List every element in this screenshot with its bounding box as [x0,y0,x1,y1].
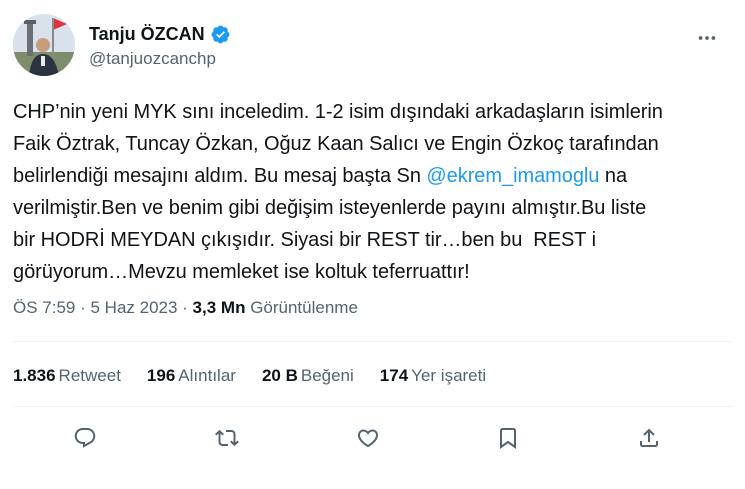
handle[interactable]: @tanjuozcanchp [89,49,231,69]
reply-button[interactable] [65,418,105,458]
bookmark-button[interactable] [488,418,528,458]
share-button[interactable] [629,418,669,458]
divider [13,406,733,407]
quote-count: 196 [146,366,176,385]
tweet-card: Tanju ÖZCAN @tanjuozcanchp CHP’nin yeni … [0,0,745,489]
like-stat[interactable]: 20 B Beğeni [262,366,354,386]
meta-separator: · [75,298,91,317]
meta-separator: · [177,298,193,317]
tweet-header: Tanju ÖZCAN @tanjuozcanchp [13,14,733,78]
tweet-date[interactable]: 5 Haz 2023 [90,298,177,317]
retweet-count: 1.836 [13,366,56,385]
like-count: 20 B [261,366,298,385]
retweet-icon [215,429,239,447]
bookmark-count: 174 [379,366,409,385]
profile-photo [13,14,75,76]
display-name[interactable]: Tanju ÖZCAN [89,24,205,45]
heart-icon [357,429,379,448]
views-count: 3,3 Mn [192,298,246,317]
more-icon[interactable] [693,24,721,52]
tweet-time[interactable]: ÖS 7:59 [13,298,75,317]
action-bar [13,418,733,462]
retweet-stat[interactable]: 1.836 Retweet [13,366,121,386]
bookmark-icon [500,428,516,449]
like-label: Beğeni [300,366,354,385]
mention-link[interactable]: @ekrem_imamoglu [426,165,599,187]
views-label: Görüntülenme [250,298,358,317]
retweet-label: Retweet [58,366,121,385]
author-info: Tanju ÖZCAN @tanjuozcanchp [89,22,231,69]
engagement-stats: 1.836 Retweet 196 Alıntılar 20 B Beğeni 174… [13,366,512,386]
retweet-button[interactable] [207,418,247,458]
share-icon [640,428,658,447]
tweet-meta: ÖS 7:59 · 5 Haz 2023 · 3,3 Mn Görüntülen… [13,298,358,318]
bookmark-stat[interactable]: 174 Yer işareti [380,366,486,386]
like-button[interactable] [348,418,388,458]
reply-icon [74,428,96,448]
tweet-text: CHP’nin yeni MYK sını inceledim. 1-2 isi… [13,96,733,288]
bookmark-label: Yer işareti [411,366,487,385]
quote-stat[interactable]: 196 Alıntılar [147,366,236,386]
avatar[interactable] [13,14,75,76]
quote-label: Alıntılar [178,366,236,385]
name-row: Tanju ÖZCAN [89,22,231,46]
divider [13,341,733,342]
verified-badge-icon [210,24,231,45]
